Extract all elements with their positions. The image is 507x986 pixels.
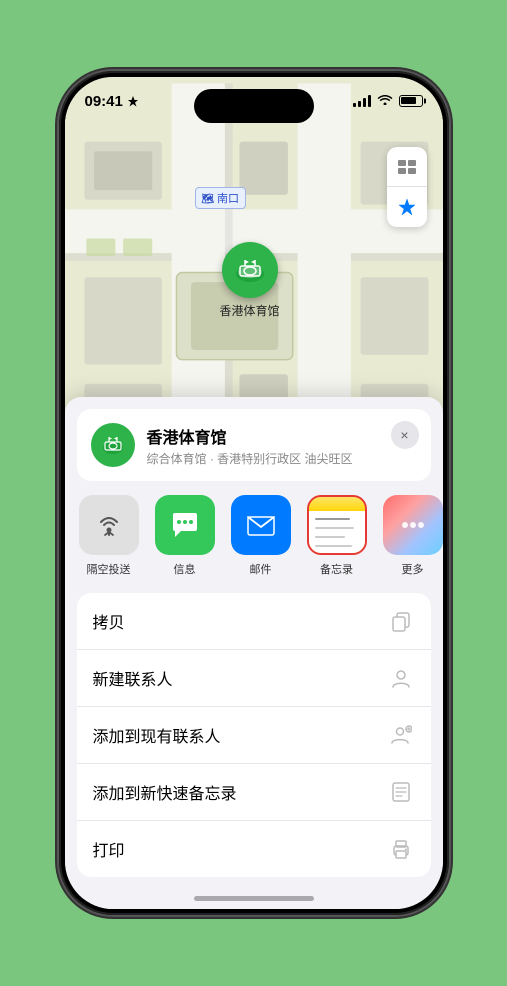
share-more[interactable]: 更多 xyxy=(381,495,443,577)
share-airdrop[interactable]: 隔空投送 xyxy=(77,495,141,577)
action-new-contact[interactable]: 新建联系人 xyxy=(77,650,431,707)
print-label: 打印 xyxy=(93,837,387,861)
dynamic-island xyxy=(194,89,314,123)
location-button[interactable] xyxy=(387,187,427,227)
map-controls[interactable] xyxy=(387,147,427,227)
mail-label: 邮件 xyxy=(250,561,272,577)
share-messages[interactable]: 信息 xyxy=(153,495,217,577)
memo-icon xyxy=(387,778,415,806)
phone-screen: 09:41 xyxy=(65,77,443,909)
venue-name: 香港体育馆 xyxy=(147,424,417,448)
more-icon xyxy=(383,495,443,555)
messages-icon xyxy=(155,495,215,555)
print-icon xyxy=(387,835,415,863)
map-north-entrance-label: 🗺 南口 xyxy=(195,187,246,209)
quick-note-label: 添加到新快速备忘录 xyxy=(93,780,387,804)
bottom-sheet: 香港体育馆 综合体育馆 · 香港特别行政区 油尖旺区 × xyxy=(65,397,443,909)
airdrop-label: 隔空投送 xyxy=(87,561,131,577)
mail-icon xyxy=(231,495,291,555)
status-time: 09:41 xyxy=(85,93,138,110)
pin-circle xyxy=(222,242,278,298)
map-type-button[interactable] xyxy=(387,147,427,187)
messages-label: 信息 xyxy=(174,561,196,577)
action-add-existing[interactable]: 添加到现有联系人 xyxy=(77,707,431,764)
phone-frame: 09:41 xyxy=(59,71,449,915)
battery-icon xyxy=(399,95,423,107)
copy-label: 拷贝 xyxy=(93,609,387,633)
venue-card: 香港体育馆 综合体育馆 · 香港特别行政区 油尖旺区 × xyxy=(77,409,431,481)
more-label: 更多 xyxy=(402,561,424,577)
wifi-icon xyxy=(377,93,393,108)
action-copy[interactable]: 拷贝 xyxy=(77,593,431,650)
share-notes[interactable]: 备忘录 xyxy=(305,495,369,577)
venue-subtitle: 综合体育馆 · 香港特别行政区 油尖旺区 xyxy=(147,450,417,467)
pin-label: 香港体育馆 xyxy=(220,302,280,319)
share-mail[interactable]: 邮件 xyxy=(229,495,293,577)
person-add-icon xyxy=(387,721,415,749)
venue-info: 香港体育馆 综合体育馆 · 香港特别行政区 油尖旺区 xyxy=(147,424,417,467)
status-icons xyxy=(353,93,423,108)
add-existing-label: 添加到现有联系人 xyxy=(93,723,387,747)
venue-icon xyxy=(91,423,135,467)
notes-label: 备忘录 xyxy=(320,561,353,577)
action-list: 拷贝 新建联系人 xyxy=(77,593,431,877)
copy-icon xyxy=(387,607,415,635)
notes-icon xyxy=(307,495,367,555)
action-print[interactable]: 打印 xyxy=(77,821,431,877)
stadium-pin: 香港体育馆 xyxy=(220,242,280,319)
close-button[interactable]: × xyxy=(391,421,419,449)
signal-icon xyxy=(353,95,371,107)
action-quick-note[interactable]: 添加到新快速备忘录 xyxy=(77,764,431,821)
share-row: 隔空投送 信息 xyxy=(65,481,443,585)
person-icon xyxy=(387,664,415,692)
home-indicator xyxy=(194,896,314,901)
new-contact-label: 新建联系人 xyxy=(93,666,387,690)
airdrop-icon xyxy=(79,495,139,555)
